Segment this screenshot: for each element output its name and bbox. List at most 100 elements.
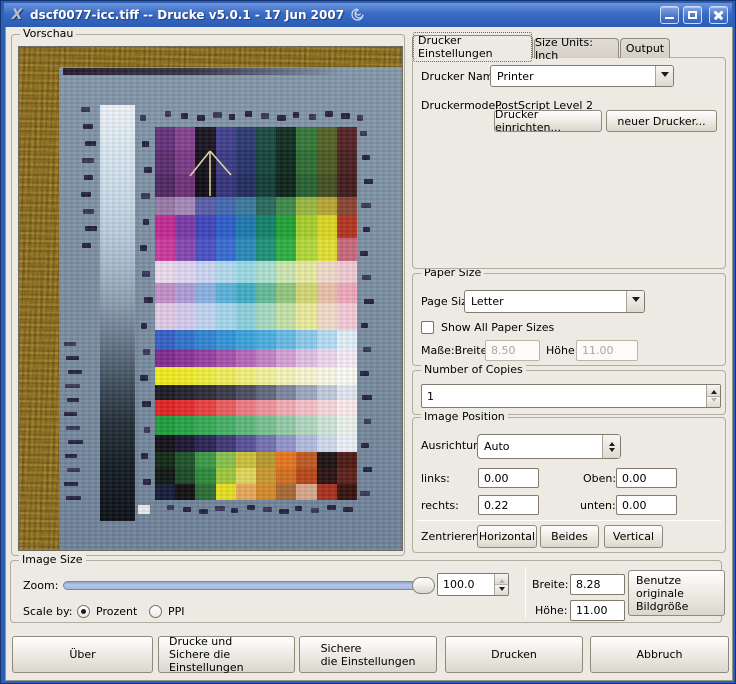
color-cell: [296, 261, 317, 283]
printer-name-combo[interactable]: Printer: [490, 65, 674, 87]
unten-field[interactable]: 0.00: [616, 495, 677, 515]
chart-row: [155, 484, 358, 500]
color-cell: [155, 283, 176, 303]
tab-drucker-einstellungen[interactable]: Drucker Einstellungen: [412, 32, 533, 62]
chevron-down-icon: [631, 297, 640, 306]
color-cell: [155, 452, 176, 468]
color-cell: [195, 385, 216, 400]
color-cell: [155, 468, 176, 484]
color-cell: [276, 349, 297, 367]
color-cell: [175, 303, 196, 330]
preview-image: [19, 47, 402, 550]
spin-down-button[interactable]: [495, 585, 508, 595]
color-cell: [296, 385, 317, 400]
ppi-radio[interactable]: [149, 605, 162, 618]
spin-up-button[interactable]: [495, 574, 508, 585]
image-size-group-label: Image Size: [19, 553, 86, 567]
spin-up-button[interactable]: [707, 385, 720, 397]
new-printer-label: neuer Drucker...: [617, 114, 706, 128]
zoom-spinbox[interactable]: 100.0: [437, 573, 509, 596]
color-cell: [175, 215, 196, 238]
color-cell: [215, 468, 236, 484]
save-settings-button[interactable]: Sichere die Einstellungen: [299, 636, 437, 673]
tab-size-units[interactable]: Size Units: Inch: [534, 36, 619, 62]
links-field[interactable]: 0.00: [478, 468, 539, 488]
color-cell: [256, 484, 277, 500]
prozent-radio[interactable]: [77, 605, 90, 618]
maximize-button[interactable]: [683, 5, 702, 24]
color-cell: [296, 283, 317, 303]
oben-field[interactable]: 0.00: [616, 468, 677, 488]
rechts-value: 0.22: [484, 498, 509, 512]
paper-width-value: 8.50: [491, 344, 516, 357]
rechts-field[interactable]: 0.22: [478, 495, 539, 515]
show-all-paper-sizes-checkbox[interactable]: [421, 321, 434, 334]
paper-height-value: 11.00: [582, 344, 614, 357]
color-cell: [175, 238, 196, 261]
tab-output[interactable]: Output: [620, 38, 670, 58]
close-button[interactable]: [709, 5, 728, 24]
orientation-combo[interactable]: Auto: [477, 434, 621, 459]
original-size-button[interactable]: Benutze originale Bildgröße: [628, 570, 725, 616]
titlebar[interactable]: X dscf0077-icc.tiff -- Drucke v5.0.1 - 1…: [4, 3, 732, 26]
about-button[interactable]: Über: [12, 636, 153, 673]
image-position-group-label: Image Position: [421, 410, 508, 424]
new-printer-button[interactable]: neuer Drucker...: [606, 110, 717, 132]
breite-field[interactable]: 8.28: [570, 574, 625, 595]
center-vertical-button[interactable]: Vertical: [604, 525, 663, 548]
printer-setup-button[interactable]: Drucker einrichten...: [494, 108, 602, 134]
chart-row: [155, 367, 358, 385]
print-and-save-label: Drucke und Sichere die Einstellungen: [169, 635, 244, 674]
color-cell: [175, 468, 196, 484]
preview-group-label: Vorschau: [20, 27, 77, 41]
color-cell: [215, 400, 236, 416]
chevron-down-icon: [660, 71, 669, 81]
arrow-down-icon: [608, 447, 615, 455]
copies-spinbox[interactable]: 1: [421, 384, 721, 408]
combo-dropdown-button[interactable]: [655, 66, 673, 86]
color-cell: [215, 435, 236, 452]
breite-label: Breite:: [532, 578, 569, 591]
hoehe-field[interactable]: 11.00: [570, 600, 625, 621]
cancel-button[interactable]: Abbruch: [590, 636, 729, 673]
color-cell: [316, 303, 337, 330]
color-cell: [296, 435, 317, 452]
color-cell: [195, 416, 216, 435]
color-cell: [276, 416, 297, 435]
color-cell: [316, 215, 337, 238]
spin-down-button[interactable]: [707, 396, 720, 407]
color-cell: [336, 330, 358, 349]
color-cell: [296, 400, 317, 416]
slider-handle[interactable]: [412, 577, 435, 594]
print-and-save-button[interactable]: Drucke und Sichere die Einstellungen: [158, 635, 295, 674]
color-cell: [276, 127, 297, 150]
combo-updown-button[interactable]: [602, 435, 620, 458]
color-cell: [316, 261, 337, 283]
color-cell: [256, 283, 277, 303]
paper-hoehe-label: Höhe:: [546, 344, 579, 357]
color-cell: [316, 349, 337, 367]
color-cell: [155, 330, 176, 349]
slider-groove[interactable]: [63, 581, 435, 590]
center-both-button[interactable]: Beides: [540, 525, 599, 548]
color-cell: [235, 367, 257, 385]
color-cell: [155, 197, 176, 215]
center-horizontal-button[interactable]: Horizontal: [477, 525, 537, 548]
printer-name-value: Printer: [497, 69, 534, 83]
combo-dropdown-button[interactable]: [626, 291, 644, 312]
zoom-slider[interactable]: [63, 577, 435, 594]
chart-row: [155, 330, 358, 349]
color-cell: [215, 484, 236, 500]
color-cell: [276, 303, 297, 330]
color-cell: [215, 349, 236, 367]
color-cell: [276, 400, 297, 416]
color-cell: [195, 197, 216, 215]
copies-group: Number of Copies 1: [412, 363, 726, 415]
color-cell: [195, 330, 216, 349]
print-button[interactable]: Drucken: [445, 636, 583, 673]
page-size-combo[interactable]: Letter: [464, 290, 645, 313]
color-cell: [215, 127, 236, 150]
center-horizontal-label: Horizontal: [478, 530, 536, 543]
preview-dark-streak: [63, 68, 393, 75]
minimize-button[interactable]: [660, 5, 679, 24]
